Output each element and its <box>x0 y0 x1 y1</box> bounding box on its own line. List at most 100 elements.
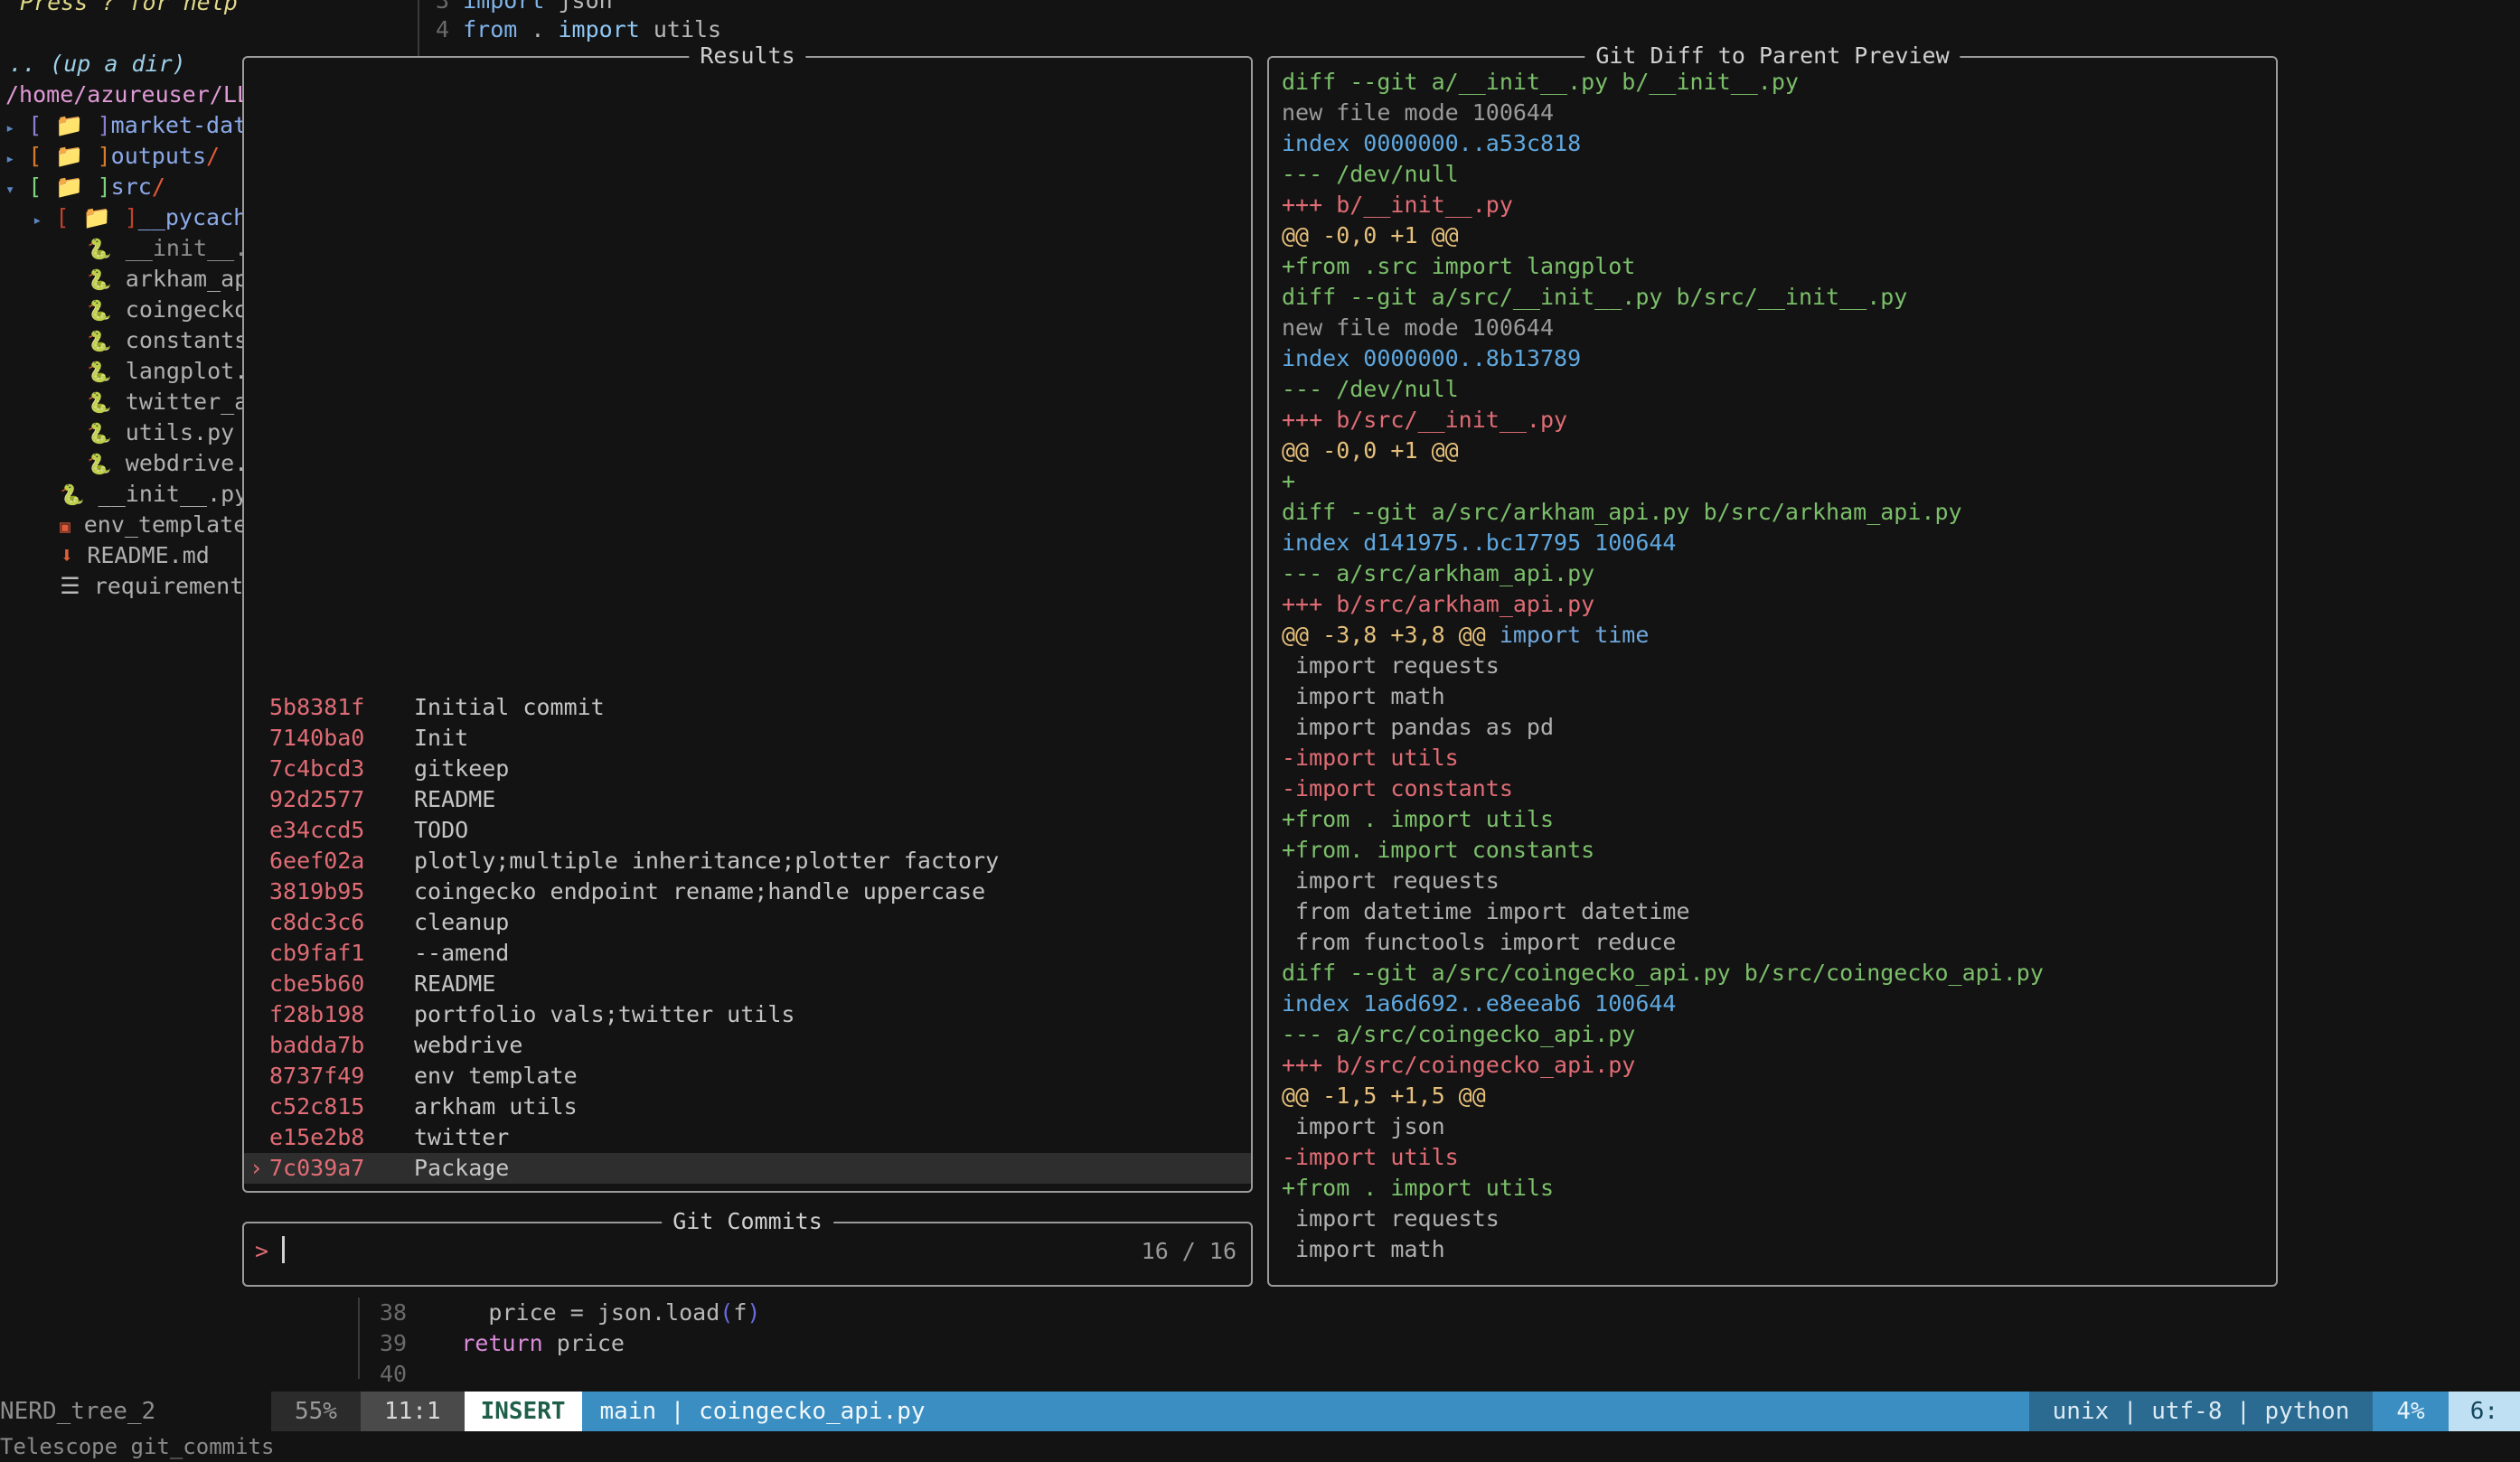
diff-line: import requests <box>1282 1204 2267 1234</box>
commit-hash: c8dc3c6 <box>269 907 414 938</box>
nerdtree-dir-item[interactable]: ▸ [ 📁 ]outputs/ <box>0 141 242 172</box>
nerdtree-file-item[interactable]: ▣ env_template. <box>0 510 242 540</box>
git-diff-preview-panel: Git Diff to Parent Preview diff --git a/… <box>1267 56 2278 1287</box>
command-line-message: Telescope git_commits <box>0 1431 274 1462</box>
nerdtree-sidebar[interactable]: .. (up a dir) /home/azureuser/LL ▸ [ 📁 ]… <box>0 49 242 602</box>
commit-message: webdrive <box>414 1030 522 1061</box>
diff-line: index 0000000..8b13789 <box>1282 343 2267 374</box>
commit-hash: 8737f49 <box>269 1061 414 1092</box>
commit-hash: cbe5b60 <box>269 969 414 999</box>
nerdtree-item-label: utils.py <box>112 419 234 445</box>
commit-list-item[interactable]: 8737f49env template <box>244 1061 1251 1092</box>
markdown-file-icon: ⬇ <box>60 542 73 568</box>
prompt-text-cursor <box>282 1236 285 1263</box>
diff-line: +++ b/src/arkham_api.py <box>1282 589 2267 620</box>
prompt-caret-icon: > <box>255 1236 268 1267</box>
diff-line: --- /dev/null <box>1282 374 2267 405</box>
nerdtree-item-label: outputs <box>111 143 206 169</box>
chevron-icon[interactable]: ▸ <box>33 211 42 230</box>
buffer-line-4: 4 from . import utils <box>436 14 721 45</box>
commit-list-item[interactable]: 92d2577README <box>244 784 1251 815</box>
commit-list-item[interactable]: 5b8381fInitial commit <box>244 692 1251 723</box>
commit-list[interactable]: 5b8381fInitial commit7140ba0Init7c4bcd3g… <box>244 692 1251 1184</box>
chevron-icon[interactable]: ▸ <box>5 150 14 168</box>
commit-list-item[interactable]: e15e2b8twitter <box>244 1122 1251 1153</box>
commit-list-item[interactable]: f28b198portfolio vals;twitter utils <box>244 999 1251 1030</box>
nerdtree-file-item[interactable]: 🐍 twitter_api <box>0 387 242 417</box>
buffer-line-38: 38 price = json.load(f) <box>380 1298 760 1328</box>
nerdtree-file-item[interactable]: 🐍 arkham_api. <box>0 264 242 295</box>
commit-list-item[interactable]: ›7c039a7Package <box>244 1153 1251 1184</box>
git-diff-content: diff --git a/__init__.py b/__init__.pyne… <box>1282 67 2267 1265</box>
diff-line: index 1a6d692..e8eeab6 100644 <box>1282 989 2267 1019</box>
statusline: NERD_tree_2 55% 11:1 INSERT main | coing… <box>0 1392 2520 1431</box>
python-file-icon: 🐍 <box>87 392 111 415</box>
nerdtree-file-item[interactable]: 🐍 constants.p <box>0 325 242 356</box>
diff-line: +from . import utils <box>1282 1173 2267 1204</box>
bottom-split-divider <box>358 1298 360 1379</box>
bracket-decoration: ] <box>84 173 111 200</box>
nerdtree-dir-item[interactable]: ▾ [ 📁 ]src/ <box>0 172 242 202</box>
diff-line: --- a/src/coingecko_api.py <box>1282 1019 2267 1050</box>
diff-line: import math <box>1282 681 2267 712</box>
nerdtree-file-item[interactable]: 🐍 __init__.py <box>0 233 242 264</box>
bracket-decoration: [ <box>14 143 55 169</box>
commit-list-item[interactable]: c52c815arkham utils <box>244 1092 1251 1122</box>
chevron-icon[interactable]: ▸ <box>5 119 14 137</box>
commit-hash: 5b8381f <box>269 692 414 723</box>
commit-list-item[interactable]: c8dc3c6cleanup <box>244 907 1251 938</box>
nerdtree-file-item[interactable]: 🐍 coingecko_a <box>0 295 242 325</box>
statusline-file-info: unix | utf-8 | python <box>2029 1392 2374 1431</box>
commit-message: gitkeep <box>414 754 509 784</box>
commit-list-item[interactable]: cbe5b60README <box>244 969 1251 999</box>
nerdtree-file-item[interactable]: 🐍 webdrive.py <box>0 448 242 479</box>
diff-line: import requests <box>1282 651 2267 681</box>
commit-list-item[interactable]: e34ccd5TODO <box>244 815 1251 846</box>
diff-line: --- /dev/null <box>1282 159 2267 190</box>
diff-line: +++ b/__init__.py <box>1282 190 2267 220</box>
nerdtree-file-item[interactable]: ⬇ README.md <box>0 540 242 571</box>
chevron-icon[interactable]: ▾ <box>5 181 14 199</box>
editor-bottom-peek: 38 price = json.load(f) 39 return price … <box>0 1298 2520 1379</box>
commit-message: portfolio vals;twitter utils <box>414 999 795 1030</box>
commit-hash: 3819b95 <box>269 876 414 907</box>
nerdtree-file-item[interactable]: ☰ requirements. <box>0 571 242 602</box>
commit-hash: e15e2b8 <box>269 1122 414 1153</box>
commit-list-item[interactable]: 7140ba0Init <box>244 723 1251 754</box>
diff-line: diff --git a/src/__init__.py b/src/__ini… <box>1282 282 2267 313</box>
diff-line: new file mode 100644 <box>1282 98 2267 128</box>
statusline-percent: 55% <box>271 1392 361 1431</box>
diff-line: @@ -0,0 +1 @@ <box>1282 436 2267 466</box>
commit-message: README <box>414 784 495 815</box>
nerdtree-up-dir[interactable]: .. (up a dir) <box>0 49 242 80</box>
commit-list-item[interactable]: cb9faf1--amend <box>244 938 1251 969</box>
nerdtree-file-item[interactable]: 🐍 langplot.py <box>0 356 242 387</box>
commit-message: README <box>414 969 495 999</box>
nerdtree-dir-item[interactable]: ▸ [ 📁 ]__pycache <box>0 202 242 233</box>
commit-list-item[interactable]: badda7bwebdrive <box>244 1030 1251 1061</box>
diff-line: -import utils <box>1282 1142 2267 1173</box>
nerdtree-file-item[interactable]: 🐍 utils.py <box>0 417 242 448</box>
commit-hash: f28b198 <box>269 999 414 1030</box>
commit-message: plotly;multiple inheritance;plotter fact… <box>414 846 999 876</box>
python-file-icon: 🐍 <box>60 484 84 507</box>
bracket-decoration: [ <box>42 204 82 230</box>
folder-icon: 📁 <box>55 143 83 169</box>
statusline-cursor-position: 11:1 <box>361 1392 465 1431</box>
nerdtree-dir-item[interactable]: ▸ [ 📁 ]market-data <box>0 110 242 141</box>
results-panel: Results 5b8381fInitial commit7140ba0Init… <box>242 56 1253 1193</box>
diff-line: +from. import constants <box>1282 835 2267 866</box>
commit-hash: 6eef02a <box>269 846 414 876</box>
nerdtree-file-item[interactable]: 🐍 __init__.py <box>0 479 242 510</box>
diff-line: @@ -1,5 +1,5 @@ <box>1282 1081 2267 1111</box>
diff-line: --- a/src/arkham_api.py <box>1282 558 2267 589</box>
commit-list-item[interactable]: 7c4bcd3gitkeep <box>244 754 1251 784</box>
env-file-icon: ▣ <box>60 517 70 537</box>
prompt-result-count: 16 / 16 <box>1142 1236 1236 1267</box>
commit-list-item[interactable]: 3819b95coingecko endpoint rename;handle … <box>244 876 1251 907</box>
diff-line: +++ b/src/__init__.py <box>1282 405 2267 436</box>
git-commits-prompt-panel[interactable]: Git Commits > 16 / 16 <box>242 1222 1253 1287</box>
diff-line: +++ b/src/coingecko_api.py <box>1282 1050 2267 1081</box>
commit-list-item[interactable]: 6eef02aplotly;multiple inheritance;plott… <box>244 846 1251 876</box>
diff-line: import json <box>1282 1111 2267 1142</box>
